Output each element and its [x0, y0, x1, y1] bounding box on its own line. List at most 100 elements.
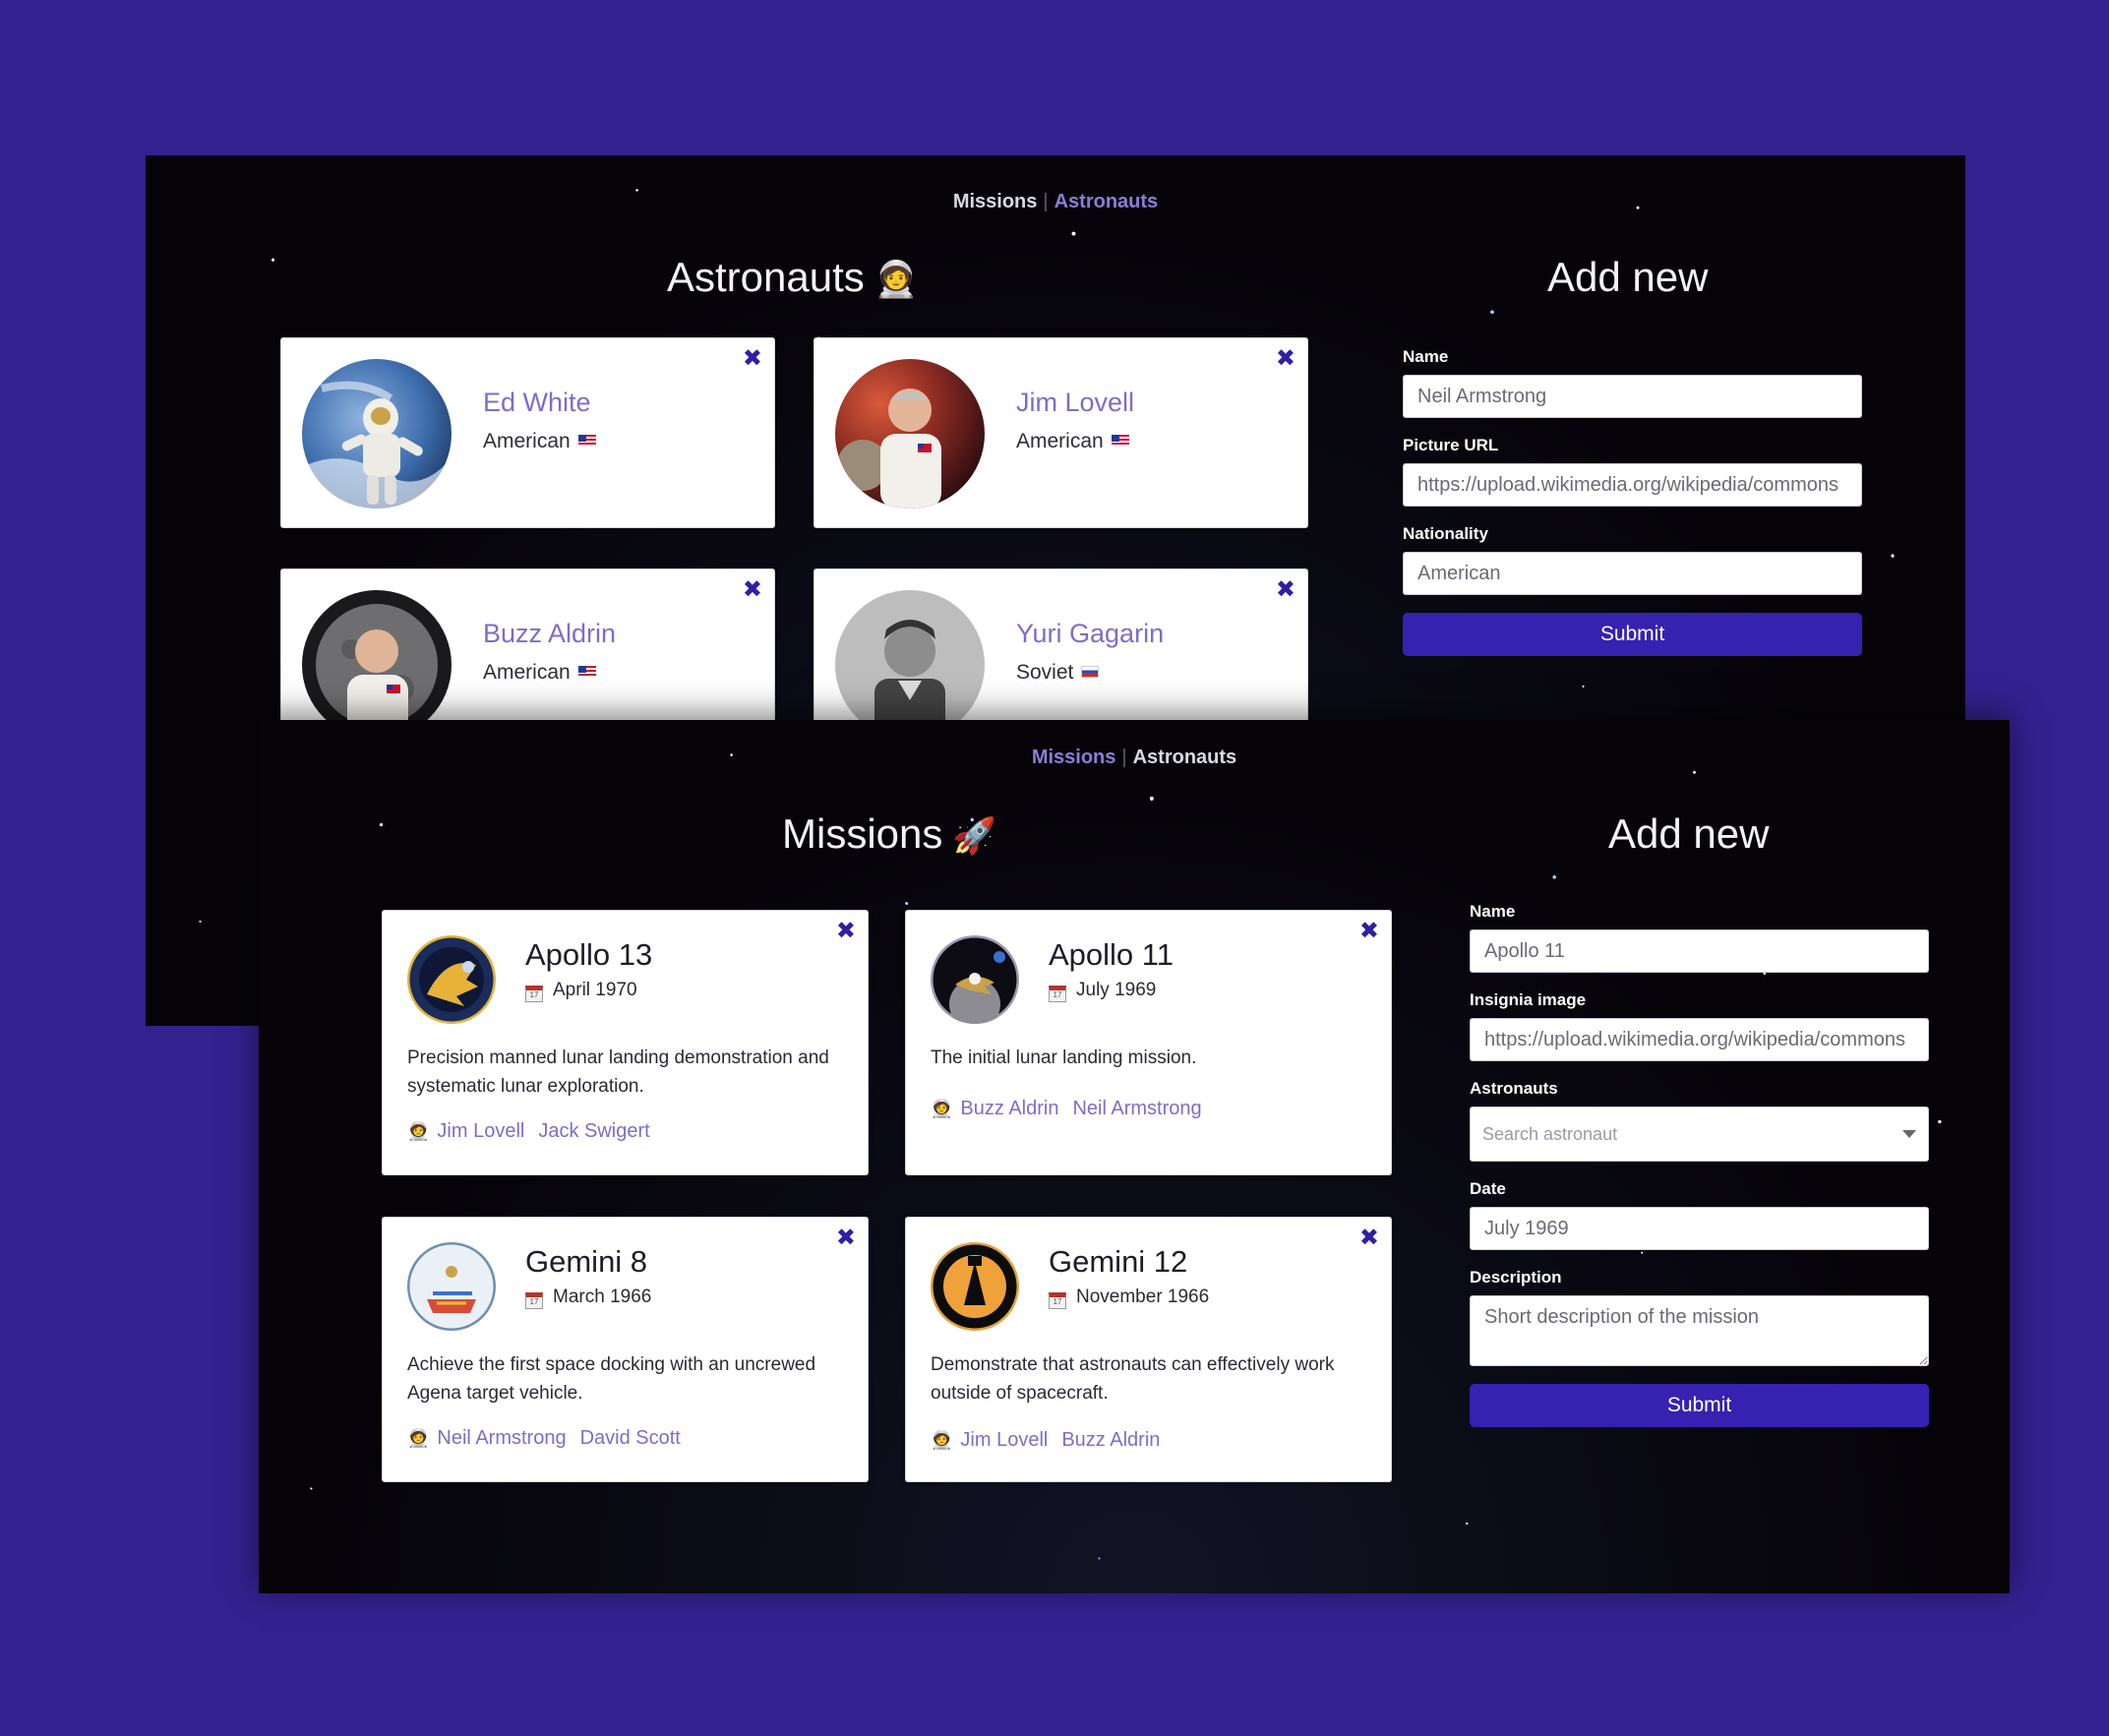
flag-us-icon — [577, 666, 596, 678]
astronaut-icon: 🧑‍🚀 — [931, 1099, 953, 1119]
astronaut-nationality: American — [483, 661, 596, 685]
astronaut-nationality: American — [483, 430, 596, 453]
astronaut-name[interactable]: Buzz Aldrin — [483, 619, 616, 649]
mission-crew: 🧑‍🚀 Neil Armstrong David Scott — [407, 1427, 694, 1450]
crew-link[interactable]: Buzz Aldrin — [1061, 1429, 1160, 1451]
crew-link[interactable]: Buzz Aldrin — [960, 1098, 1058, 1119]
astronauts-label: Astronauts — [1470, 1079, 1558, 1098]
mission-name: Gemini 8 — [525, 1244, 648, 1279]
nav-missions-link[interactable]: Missions — [953, 191, 1038, 212]
ed-white-photo-icon — [302, 359, 452, 509]
jim-lovell-photo-icon — [835, 359, 985, 509]
mission-description: The initial lunar landing mission. — [931, 1048, 1197, 1068]
avatar — [835, 590, 985, 740]
mission-card: Apollo 13 17 April 1970 Precision manned … — [382, 910, 869, 1175]
nationality-text: American — [483, 661, 571, 684]
astronaut-card: Buzz Aldrin American ✖ — [280, 569, 775, 746]
mission-card: Gemini 8 17 March 1966 Achieve the first … — [382, 1217, 869, 1482]
flag-us-icon — [1111, 435, 1129, 447]
nav-missions-link[interactable]: Missions — [1032, 747, 1116, 768]
submit-button[interactable]: Submit — [1470, 1384, 1929, 1427]
mission-crew: 🧑‍🚀 Buzz Aldrin Neil Armstrong — [931, 1098, 1216, 1120]
page-title: Missions 🚀 — [782, 810, 996, 858]
astronaut-nationality: American — [1016, 430, 1129, 453]
chevron-down-icon — [1902, 1130, 1916, 1138]
avatar — [302, 359, 452, 509]
astronaut-card: Yuri Gagarin Soviet ✖ — [813, 569, 1308, 746]
flag-soviet-icon — [1081, 666, 1100, 678]
mission-date-text: April 1970 — [553, 980, 637, 1000]
missions-screen: Missions | Astronauts Missions 🚀 Apollo 13 … — [259, 720, 2010, 1593]
top-nav: Missions | Astronauts — [146, 191, 1965, 213]
close-icon[interactable]: ✖ — [836, 1226, 856, 1249]
astronaut-name[interactable]: Ed White — [483, 388, 591, 418]
name-input[interactable] — [1403, 375, 1862, 418]
nav-separator: | — [1043, 191, 1049, 212]
buzz-aldrin-photo-icon — [302, 590, 452, 740]
top-nav: Missions | Astronauts — [259, 747, 2010, 769]
mission-date-text: November 1966 — [1076, 1287, 1210, 1307]
mission-description: Achieve the first space docking with an … — [407, 1354, 816, 1404]
close-icon[interactable]: ✖ — [743, 577, 762, 601]
calendar-icon: 17 — [525, 986, 543, 1002]
page-title-text: Missions — [782, 810, 943, 857]
crew-link[interactable]: Jim Lovell — [960, 1429, 1048, 1451]
close-icon[interactable]: ✖ — [1359, 919, 1379, 942]
calendar-icon: 17 — [1049, 986, 1066, 1002]
submit-button[interactable]: Submit — [1403, 613, 1862, 656]
close-icon[interactable]: ✖ — [1276, 577, 1296, 601]
nav-separator: | — [1121, 747, 1127, 768]
astronaut-card: Ed White American ✖ — [280, 337, 775, 528]
astronaut-icon: 🧑‍🚀 — [407, 1121, 430, 1142]
mission-card: Gemini 12 17 November 1966 Demonstrate th… — [905, 1217, 1392, 1482]
astronaut-search-select[interactable]: Search astronaut — [1470, 1107, 1929, 1162]
yuri-gagarin-photo-icon — [835, 590, 985, 740]
mission-date: 17 March 1966 — [525, 1287, 651, 1309]
add-new-title: Add new — [1547, 254, 1709, 300]
avatar — [835, 359, 985, 509]
nationality-input[interactable] — [1403, 552, 1862, 595]
picture-url-input[interactable] — [1403, 463, 1862, 507]
insignia-label: Insignia image — [1470, 990, 1587, 1009]
close-icon[interactable]: ✖ — [743, 346, 762, 370]
crew-link[interactable]: Jim Lovell — [437, 1120, 524, 1142]
date-label: Date — [1470, 1179, 1506, 1198]
mission-description: Precision manned lunar landing demonstra… — [407, 1048, 829, 1097]
close-icon[interactable]: ✖ — [836, 919, 856, 942]
calendar-icon: 17 — [1049, 1292, 1066, 1309]
name-label: Name — [1470, 902, 1516, 921]
gemini-8-insignia-icon — [407, 1242, 496, 1331]
nationality-text: American — [1016, 430, 1104, 452]
astronaut-icon: 🧑‍🚀 — [407, 1428, 430, 1449]
apollo-13-insignia-icon — [407, 935, 496, 1024]
close-icon[interactable]: ✖ — [1359, 1226, 1379, 1249]
rocket-icon: 🚀 — [952, 816, 997, 857]
nav-astronauts-link[interactable]: Astronauts — [1054, 191, 1159, 212]
crew-link[interactable]: Neil Armstrong — [437, 1427, 566, 1449]
crew-link[interactable]: Jack Swigert — [538, 1120, 649, 1142]
calendar-icon: 17 — [525, 1292, 543, 1309]
name-input[interactable] — [1470, 929, 1929, 973]
astronaut-search-placeholder: Search astronaut — [1482, 1123, 1618, 1144]
picture-url-label: Picture URL — [1403, 436, 1499, 454]
astronaut-card: Jim Lovell American ✖ — [813, 337, 1308, 528]
name-label: Name — [1403, 347, 1449, 366]
crew-link[interactable]: Neil Armstrong — [1072, 1098, 1201, 1119]
insignia-input[interactable] — [1470, 1018, 1929, 1061]
close-icon[interactable]: ✖ — [1276, 346, 1296, 370]
astronaut-name[interactable]: Jim Lovell — [1016, 388, 1134, 418]
nav-astronauts-link[interactable]: Astronauts — [1133, 747, 1237, 768]
add-astronaut-form: Name Picture URL Nationality Submit — [1403, 347, 1862, 656]
description-label: Description — [1470, 1268, 1562, 1287]
mission-date: 17 April 1970 — [525, 980, 637, 1002]
crew-link[interactable]: David Scott — [580, 1427, 681, 1449]
mission-date-text: July 1969 — [1076, 980, 1157, 1000]
mission-description: Demonstrate that astronauts can effectiv… — [931, 1354, 1335, 1404]
date-input[interactable] — [1470, 1207, 1929, 1250]
page-title: Astronauts 🧑‍🚀 — [667, 254, 919, 301]
description-textarea[interactable] — [1470, 1295, 1929, 1366]
apollo-11-insignia-icon — [931, 935, 1019, 1024]
astronaut-name[interactable]: Yuri Gagarin — [1016, 619, 1164, 649]
mission-crew: 🧑‍🚀 Jim Lovell Buzz Aldrin — [931, 1429, 1174, 1452]
nationality-label: Nationality — [1403, 524, 1488, 543]
